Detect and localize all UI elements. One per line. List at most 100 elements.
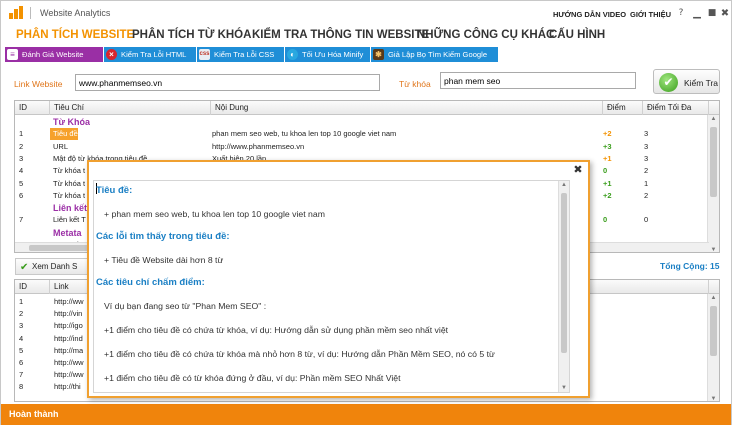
row-points: +2 [603, 190, 612, 200]
view-list-label: Xem Danh S [32, 262, 78, 271]
check-button-label: Kiểm Tra [684, 78, 719, 88]
help-icon[interactable]: ? [675, 8, 687, 19]
minimize-icon[interactable]: ▁ [691, 8, 703, 19]
criteria-table-header: ID Tiêu Chí Nội Dung Điểm Điểm Tối Đa [15, 101, 719, 115]
total-score: Tổng Cộng: 15 [660, 261, 720, 271]
column-header[interactable]: ID [15, 280, 50, 294]
checkmark-icon: ✔ [20, 262, 29, 273]
popup-text: +1 điểm cho tiêu đề có từ khóa đứng ở đầ… [104, 373, 401, 383]
check-button[interactable]: ✔ Kiểm Tra [653, 69, 720, 94]
group-title: Liên kết [53, 203, 88, 214]
minify-button[interactable]: ◐ Tối Ưu Hóa Minify [285, 47, 371, 62]
error-icon: × [106, 49, 117, 60]
row-id: 2 [19, 141, 24, 151]
menu-analyze-keyword[interactable]: PHÂN TÍCH TỪ KHÓA [132, 29, 251, 41]
view-list-button[interactable]: ✔ Xem Danh S [15, 258, 89, 275]
popup-text: Ví dụ bạn đang seo từ "Phan Mem SEO" : [104, 301, 267, 311]
menu-check-website-info[interactable]: KIỂM TRA THÔNG TIN WEBSITE [252, 29, 429, 41]
column-header[interactable]: Tiêu Chí [50, 101, 211, 115]
row-max-points: 2 [644, 166, 649, 176]
column-header[interactable]: Điểm [603, 101, 643, 115]
check-css-button[interactable]: css Kiểm Tra Lỗi CSS [197, 47, 285, 62]
group-title: Từ Khóa [53, 117, 91, 127]
keyword-label: Từ khóa [399, 79, 431, 89]
row-id: 6 [19, 358, 24, 367]
menu-other-tools[interactable]: NHỮNG CÔNG CỤ KHÁC [417, 29, 554, 41]
row-link: http://ww [54, 358, 84, 367]
document-icon: ≡ [7, 49, 18, 60]
close-icon[interactable]: ✖ [571, 163, 585, 177]
row-link: http://ww [54, 297, 84, 306]
row-points: +1 [603, 178, 612, 188]
group-row: Từ Khóa [15, 116, 719, 128]
bug-icon: ✱ [373, 49, 384, 60]
row-id: 3 [19, 321, 24, 331]
about-link[interactable]: GIỚI THIỆU [630, 10, 671, 19]
popup-text: + phan mem seo web, tu khoa len top 10 g… [104, 209, 325, 219]
row-id: 7 [19, 370, 24, 380]
column-header[interactable]: Nội Dung [211, 101, 603, 115]
close-icon[interactable]: ✖ [719, 8, 731, 19]
title-bar: Website Analytics HƯỚNG DẪN VIDEO GIỚI T… [1, 1, 731, 25]
row-id: 4 [19, 166, 24, 176]
vertical-scrollbar[interactable]: ▲ ▼ [558, 181, 569, 392]
row-id: 4 [19, 333, 24, 343]
row-id: 1 [19, 297, 24, 306]
scroll-thumb[interactable] [710, 306, 717, 356]
row-max-points: 3 [644, 141, 649, 151]
row-points: 0 [603, 166, 608, 176]
row-id: 3 [19, 153, 24, 163]
row-max-points: 1 [644, 178, 649, 188]
row-id: 7 [19, 215, 24, 225]
google-bot-simulator-button[interactable]: ✱ Giả Lập Bọ Tìm Kiếm Google [371, 47, 499, 62]
row-max-points: 2 [644, 190, 649, 200]
row-id: 5 [19, 178, 24, 188]
row-link: http://igo [54, 321, 83, 331]
popup-text: +1 điểm cho tiêu đề có chứa từ khóa mà n… [104, 349, 495, 359]
row-points: +1 [603, 153, 612, 163]
row-id: 2 [19, 309, 24, 319]
toolbar: ≡ Đánh Giá Website × Kiểm Tra Lỗi HTML c… [5, 47, 727, 63]
row-content: phan mem seo web, tu khoa len top 10 goo… [212, 129, 397, 139]
vertical-scrollbar[interactable]: ▲ ▼ [707, 115, 719, 252]
group-title: Metata [53, 227, 82, 238]
checkmark-icon: ✔ [659, 73, 678, 92]
scroll-thumb[interactable] [561, 193, 567, 353]
detail-popup-content: Tiêu đề: + phan mem seo web, tu khoa len … [93, 180, 570, 393]
check-html-button[interactable]: × Kiểm Tra Lỗi HTML [104, 47, 197, 62]
row-link: http://thi [54, 382, 81, 392]
row-id: 8 [19, 382, 24, 392]
row-max-points: 3 [644, 129, 649, 139]
row-id: 5 [19, 345, 24, 355]
menu-analyze-website[interactable]: PHÂN TÍCH WEBSITE [16, 29, 134, 41]
table-row[interactable]: 2 URL http://www.phanmemseo.vn +3 3 [15, 141, 719, 153]
row-points: 0 [603, 215, 608, 225]
popup-heading: Các lỗi tìm thấy trong tiêu đề: [96, 231, 230, 242]
menu-settings[interactable]: CẤU HÌNH [549, 29, 605, 41]
toolbar-label: Giả Lập Bọ Tìm Kiếm Google [388, 50, 488, 59]
website-input[interactable] [75, 74, 380, 91]
evaluate-website-button[interactable]: ≡ Đánh Giá Website [5, 47, 104, 62]
row-points: +2 [603, 129, 612, 139]
table-row[interactable]: 1 Tiêu đề phan mem seo web, tu khoa len to… [15, 128, 719, 141]
app-title: Website Analytics [40, 8, 111, 18]
popup-heading: Tiêu đề: [96, 185, 133, 196]
row-link: http://ind [54, 333, 83, 343]
toolbar-label: Kiểm Tra Lỗi CSS [214, 50, 275, 59]
keyword-input[interactable] [440, 72, 636, 89]
row-content: http://www.phanmemseo.vn [212, 141, 305, 151]
vertical-scrollbar[interactable]: ▲ ▼ [707, 294, 719, 401]
toolbar-label: Kiểm Tra Lỗi HTML [121, 50, 187, 59]
column-header[interactable]: Điểm Tối Đa [643, 101, 709, 115]
column-header[interactable]: ID [15, 101, 50, 115]
row-criterion: Tiêu đề [50, 128, 78, 141]
app-window: Website Analytics HƯỚNG DẪN VIDEO GIỚI T… [0, 0, 732, 425]
optimize-icon: ◐ [287, 49, 298, 60]
toolbar-label: Đánh Giá Website [22, 50, 84, 59]
row-points: +3 [603, 141, 612, 151]
scroll-thumb[interactable] [710, 127, 717, 197]
row-max-points: 0 [644, 215, 649, 225]
maximize-icon[interactable]: ■ [706, 8, 718, 19]
row-max-points: 3 [644, 153, 649, 163]
video-guide-link[interactable]: HƯỚNG DẪN VIDEO [553, 10, 626, 19]
